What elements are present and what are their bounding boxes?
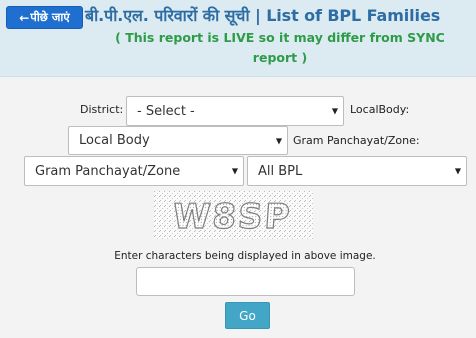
captcha-hint: Enter characters being displayed in abov… — [114, 250, 376, 262]
bpl-type-select[interactable]: All BPL ▼ — [247, 156, 467, 186]
back-button[interactable]: ← पीछे जाएं — [6, 6, 83, 29]
bpl-type-select-value: All BPL — [258, 163, 303, 179]
district-select[interactable]: - Select - ▼ — [126, 96, 344, 126]
captcha-image: W8SP — [154, 191, 313, 239]
captcha-input[interactable] — [136, 267, 355, 296]
district-select-value: - Select - — [137, 103, 195, 119]
caret-down-icon: ▼ — [231, 166, 238, 176]
page-title: बी.पी.एल. परिवारों की सूची | List of BPL… — [85, 6, 441, 25]
panchayat-select[interactable]: Gram Panchayat/Zone ▼ — [24, 156, 244, 186]
panchayat-label: Gram Panchayat/Zone: — [293, 134, 420, 147]
district-label: District: — [80, 103, 124, 116]
localbody-label: LocalBody: — [350, 103, 410, 116]
caret-down-icon: ▼ — [331, 106, 338, 116]
caret-down-icon: ▼ — [275, 136, 282, 145]
localbody-select-value: Local Body — [79, 133, 150, 148]
go-button[interactable]: Go — [225, 302, 270, 329]
page-header: ← पीछे जाएं बी.पी.एल. परिवारों की सूची |… — [0, 0, 476, 77]
back-button-label: पीछे जाएं — [30, 10, 70, 24]
localbody-select[interactable]: Local Body ▼ — [68, 126, 288, 155]
live-report-note: ( This report is LIVE so it may differ f… — [115, 30, 445, 65]
captcha-text: W8SP — [172, 197, 293, 237]
caret-down-icon: ▼ — [454, 166, 461, 176]
panchayat-select-value: Gram Panchayat/Zone — [35, 163, 181, 179]
arrow-left-icon: ← — [19, 10, 30, 25]
